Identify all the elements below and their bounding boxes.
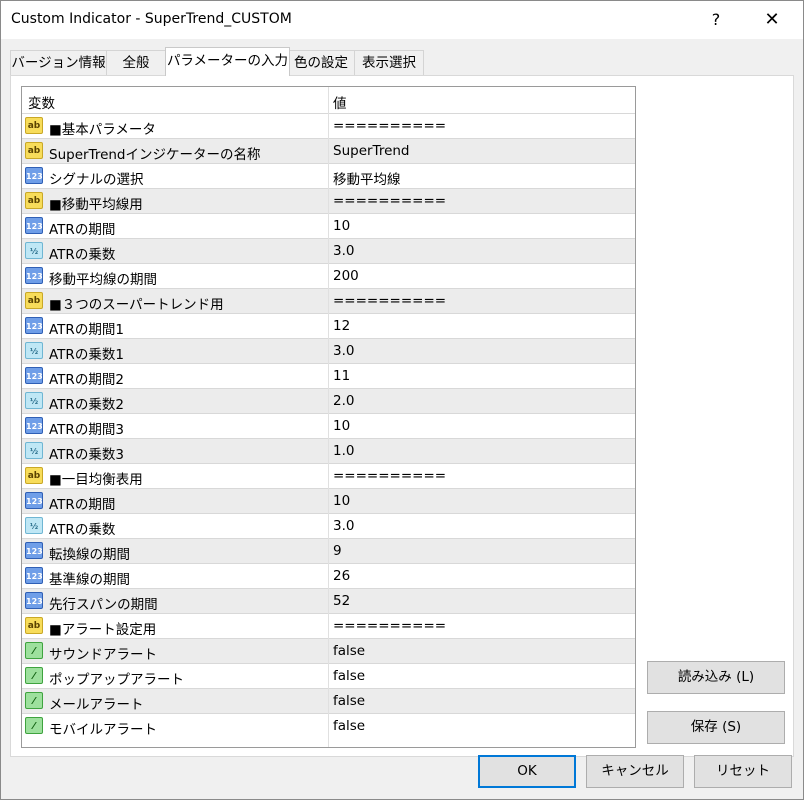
parameter-value[interactable]: false xyxy=(333,693,365,709)
parameter-value[interactable]: false xyxy=(333,643,365,659)
window-title: Custom Indicator - SuperTrend_CUSTOM xyxy=(11,11,292,27)
parameter-value[interactable]: ========== xyxy=(333,293,446,309)
parameter-name: ATRの乗数2 xyxy=(49,397,124,413)
tab-visualization[interactable]: 表示選択 xyxy=(354,50,424,75)
cancel-button[interactable]: キャンセル xyxy=(586,755,684,788)
parameter-value[interactable]: ========== xyxy=(333,118,446,134)
tab-version-info[interactable]: バージョン情報 xyxy=(10,50,107,75)
parameter-value[interactable]: 3.0 xyxy=(333,243,354,259)
parameter-name: ATRの乗数 xyxy=(49,522,116,538)
parameter-value[interactable]: 1.0 xyxy=(333,443,354,459)
parameter-value[interactable]: 26 xyxy=(333,568,350,584)
boolean-type-icon: ⁄ xyxy=(25,717,43,734)
integer-type-icon: 123 xyxy=(25,492,43,509)
parameter-name: ATRの乗数3 xyxy=(49,447,124,463)
close-button[interactable]: ✕ xyxy=(749,1,795,39)
parameter-value[interactable]: 移動平均線 xyxy=(333,168,401,188)
parameters-grid: 変数 値 ab ■基本パラメータ ========== ab SuperTrendインジ… xyxy=(21,86,636,748)
parameter-name: ポップアップアラート xyxy=(49,672,184,688)
reset-button[interactable]: リセット xyxy=(694,755,792,788)
parameter-name: ATRの期間3 xyxy=(49,422,124,438)
help-button[interactable]: ? xyxy=(693,1,739,39)
parameter-name: SuperTrendインジケーターの名称 xyxy=(49,147,261,163)
double-type-icon: ½ xyxy=(25,242,43,259)
column-divider[interactable] xyxy=(328,87,329,747)
save-button[interactable]: 保存 (S) xyxy=(647,711,785,744)
parameter-value[interactable]: SuperTrend xyxy=(333,143,410,159)
parameter-name: ATRの期間2 xyxy=(49,372,124,388)
parameter-name: ■アラート設定用 xyxy=(49,622,157,638)
parameter-value[interactable]: 11 xyxy=(333,368,350,384)
parameter-name: 移動平均線の期間 xyxy=(49,272,157,288)
parameter-name: サウンドアラート xyxy=(49,647,157,663)
tab-input-parameters[interactable]: パラメーターの入力 xyxy=(165,47,290,76)
parameter-name: 先行スパンの期間 xyxy=(49,597,158,613)
parameter-value[interactable]: ========== xyxy=(333,193,446,209)
boolean-type-icon: ⁄ xyxy=(25,642,43,659)
string-type-icon: ab xyxy=(25,467,43,484)
parameter-name: ■移動平均線用 xyxy=(49,197,143,213)
parameter-name: 基準線の期間 xyxy=(49,572,130,588)
parameter-name: モバイルアラート xyxy=(49,722,157,738)
parameter-name: ATRの期間1 xyxy=(49,322,124,338)
integer-type-icon: 123 xyxy=(25,267,43,284)
parameter-value[interactable]: 10 xyxy=(333,218,350,234)
load-button[interactable]: 読み込み (L) xyxy=(647,661,785,694)
string-type-icon: ab xyxy=(25,117,43,134)
integer-type-icon: 123 xyxy=(25,217,43,234)
parameter-value[interactable]: ========== xyxy=(333,468,446,484)
integer-type-icon: 123 xyxy=(25,167,43,184)
column-header-variable[interactable]: 変数 xyxy=(28,92,55,112)
parameter-value[interactable]: ========== xyxy=(333,618,446,634)
ok-button[interactable]: OK xyxy=(478,755,576,788)
parameter-name: ■一目均衡表用 xyxy=(49,472,143,488)
double-type-icon: ½ xyxy=(25,392,43,409)
integer-type-icon: 123 xyxy=(25,367,43,384)
parameter-name: 転換線の期間 xyxy=(49,547,130,563)
string-type-icon: ab xyxy=(25,142,43,159)
parameter-name: ATRの期間 xyxy=(49,222,116,238)
parameter-name: ATRの乗数 xyxy=(49,247,116,263)
integer-type-icon: 123 xyxy=(25,542,43,559)
string-type-icon: ab xyxy=(25,292,43,309)
integer-type-icon: 123 xyxy=(25,592,43,609)
parameter-name: シグナルの選択 xyxy=(49,172,144,188)
integer-type-icon: 123 xyxy=(25,417,43,434)
string-type-icon: ab xyxy=(25,192,43,209)
parameter-value[interactable]: 2.0 xyxy=(333,393,354,409)
parameter-value[interactable]: 9 xyxy=(333,543,342,559)
title-bar: Custom Indicator - SuperTrend_CUSTOM ? ✕ xyxy=(1,1,803,39)
parameter-name: ■基本パラメータ xyxy=(49,122,156,138)
tab-general[interactable]: 全般 xyxy=(106,50,166,75)
boolean-type-icon: ⁄ xyxy=(25,667,43,684)
parameter-value[interactable]: false xyxy=(333,668,365,684)
parameter-value[interactable]: 200 xyxy=(333,268,359,284)
double-type-icon: ½ xyxy=(25,517,43,534)
boolean-type-icon: ⁄ xyxy=(25,692,43,709)
integer-type-icon: 123 xyxy=(25,567,43,584)
parameter-value[interactable]: 52 xyxy=(333,593,350,609)
double-type-icon: ½ xyxy=(25,342,43,359)
parameter-name: ATRの乗数1 xyxy=(49,347,124,363)
parameter-value[interactable]: 10 xyxy=(333,493,350,509)
parameter-name: ATRの期間 xyxy=(49,497,116,513)
parameter-name: ■３つのスーパートレンド用 xyxy=(49,297,224,313)
parameter-value[interactable]: false xyxy=(333,718,365,734)
parameter-name: メールアラート xyxy=(49,697,144,713)
parameter-value[interactable]: 10 xyxy=(333,418,350,434)
string-type-icon: ab xyxy=(25,617,43,634)
column-header-value[interactable]: 値 xyxy=(333,92,347,112)
parameter-value[interactable]: 3.0 xyxy=(333,518,354,534)
tab-colors[interactable]: 色の設定 xyxy=(287,50,355,75)
parameter-value[interactable]: 12 xyxy=(333,318,350,334)
double-type-icon: ½ xyxy=(25,442,43,459)
integer-type-icon: 123 xyxy=(25,317,43,334)
parameter-value[interactable]: 3.0 xyxy=(333,343,354,359)
